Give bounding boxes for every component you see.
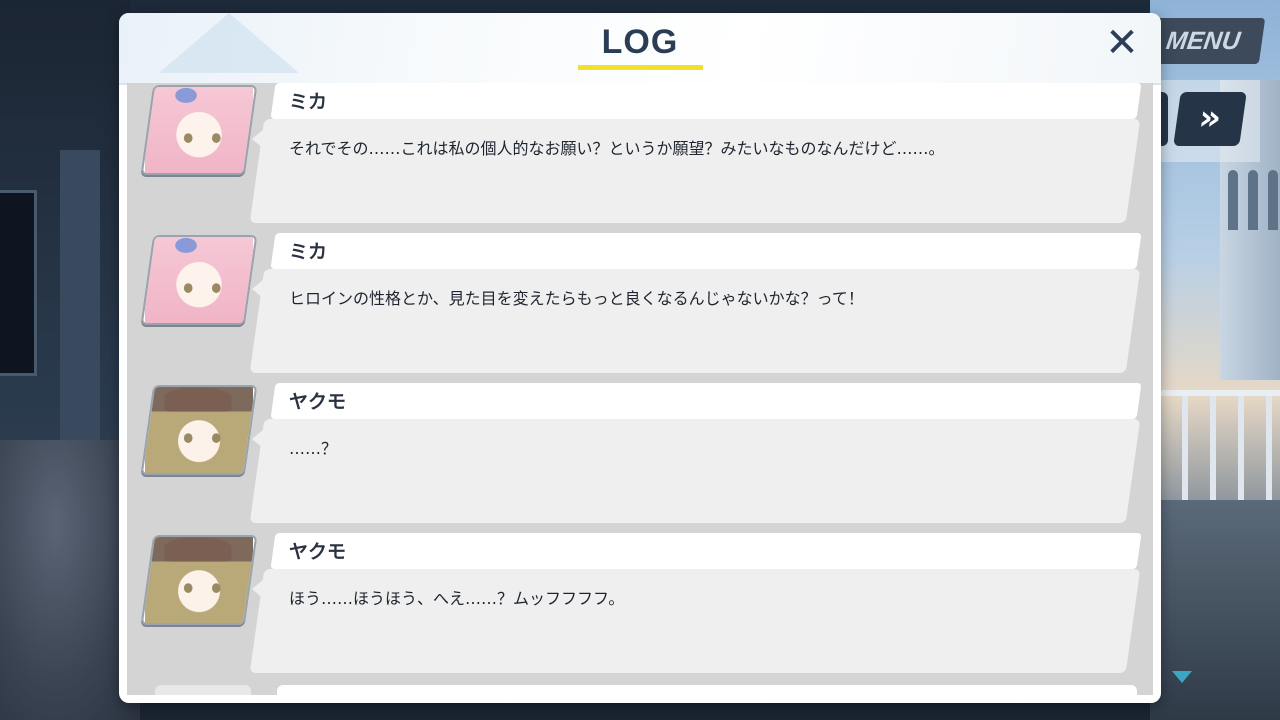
background-lower [1150, 500, 1280, 720]
background-interior [0, 0, 140, 720]
speaker-name-bar [270, 83, 1142, 119]
close-button[interactable]: ✕ [1101, 23, 1143, 65]
speaker-name: ミカ [289, 91, 328, 113]
speaker-name: ヤクモ [289, 541, 347, 563]
log-entry: ヤクモ ほう……ほうほう、へえ……？ムッフフフフ。 [127, 533, 1153, 685]
next-entry-bubble-partial [277, 685, 1137, 695]
menu-button[interactable]: MENU [1146, 18, 1266, 64]
log-title: LOG [601, 23, 679, 61]
message-text: ……？ [289, 439, 338, 458]
message-text: ヒロインの性格とか、見た目を変えたらもっと良くなるんじゃないかな？って！ [289, 289, 864, 308]
log-panel: LOG ✕ ミカ それでその……これは私の個人的なお願い？というか願望？みたいな… [119, 13, 1161, 703]
speaker-name: ヤクモ [289, 391, 347, 413]
scroll-down-indicator [1172, 671, 1192, 683]
speaker-name-bar [270, 533, 1142, 569]
title-underline [578, 65, 703, 70]
log-entry: ミカ ヒロインの性格とか、見た目を変えたらもっと良くなるんじゃないかな？って！ [127, 233, 1153, 385]
background-window [0, 190, 37, 376]
message-bubble [249, 419, 1141, 523]
speaker-name-bar [270, 233, 1142, 269]
yakumo-portrait-icon [140, 385, 258, 475]
log-entry: ミカ それでその……これは私の個人的なお願い？というか願望？みたいなものなんだけ… [127, 83, 1153, 235]
background-pillar [60, 150, 100, 450]
log-list[interactable]: ミカ それでその……これは私の個人的なお願い？というか願望？みたいなものなんだけ… [127, 83, 1153, 695]
fast-forward-icon: » [1196, 98, 1224, 138]
yakumo-portrait-icon [140, 535, 258, 625]
message-text: それでその……これは私の個人的なお願い？というか願望？みたいなものなんだけど……… [289, 139, 945, 158]
mika-portrait-icon [140, 85, 258, 175]
speaker-name: ミカ [289, 241, 328, 263]
close-icon: ✕ [1105, 20, 1139, 66]
log-entry: ヤクモ ……？ [127, 383, 1153, 535]
background-railing [1160, 390, 1280, 506]
fast-forward-button[interactable]: » [1173, 92, 1247, 146]
next-entry-portrait-partial [155, 685, 251, 695]
mika-portrait-icon [140, 235, 258, 325]
speaker-name-bar [270, 383, 1142, 419]
log-header: LOG ✕ [119, 13, 1161, 85]
message-text: ほう……ほうほう、へえ……？ムッフフフフ。 [289, 589, 625, 608]
